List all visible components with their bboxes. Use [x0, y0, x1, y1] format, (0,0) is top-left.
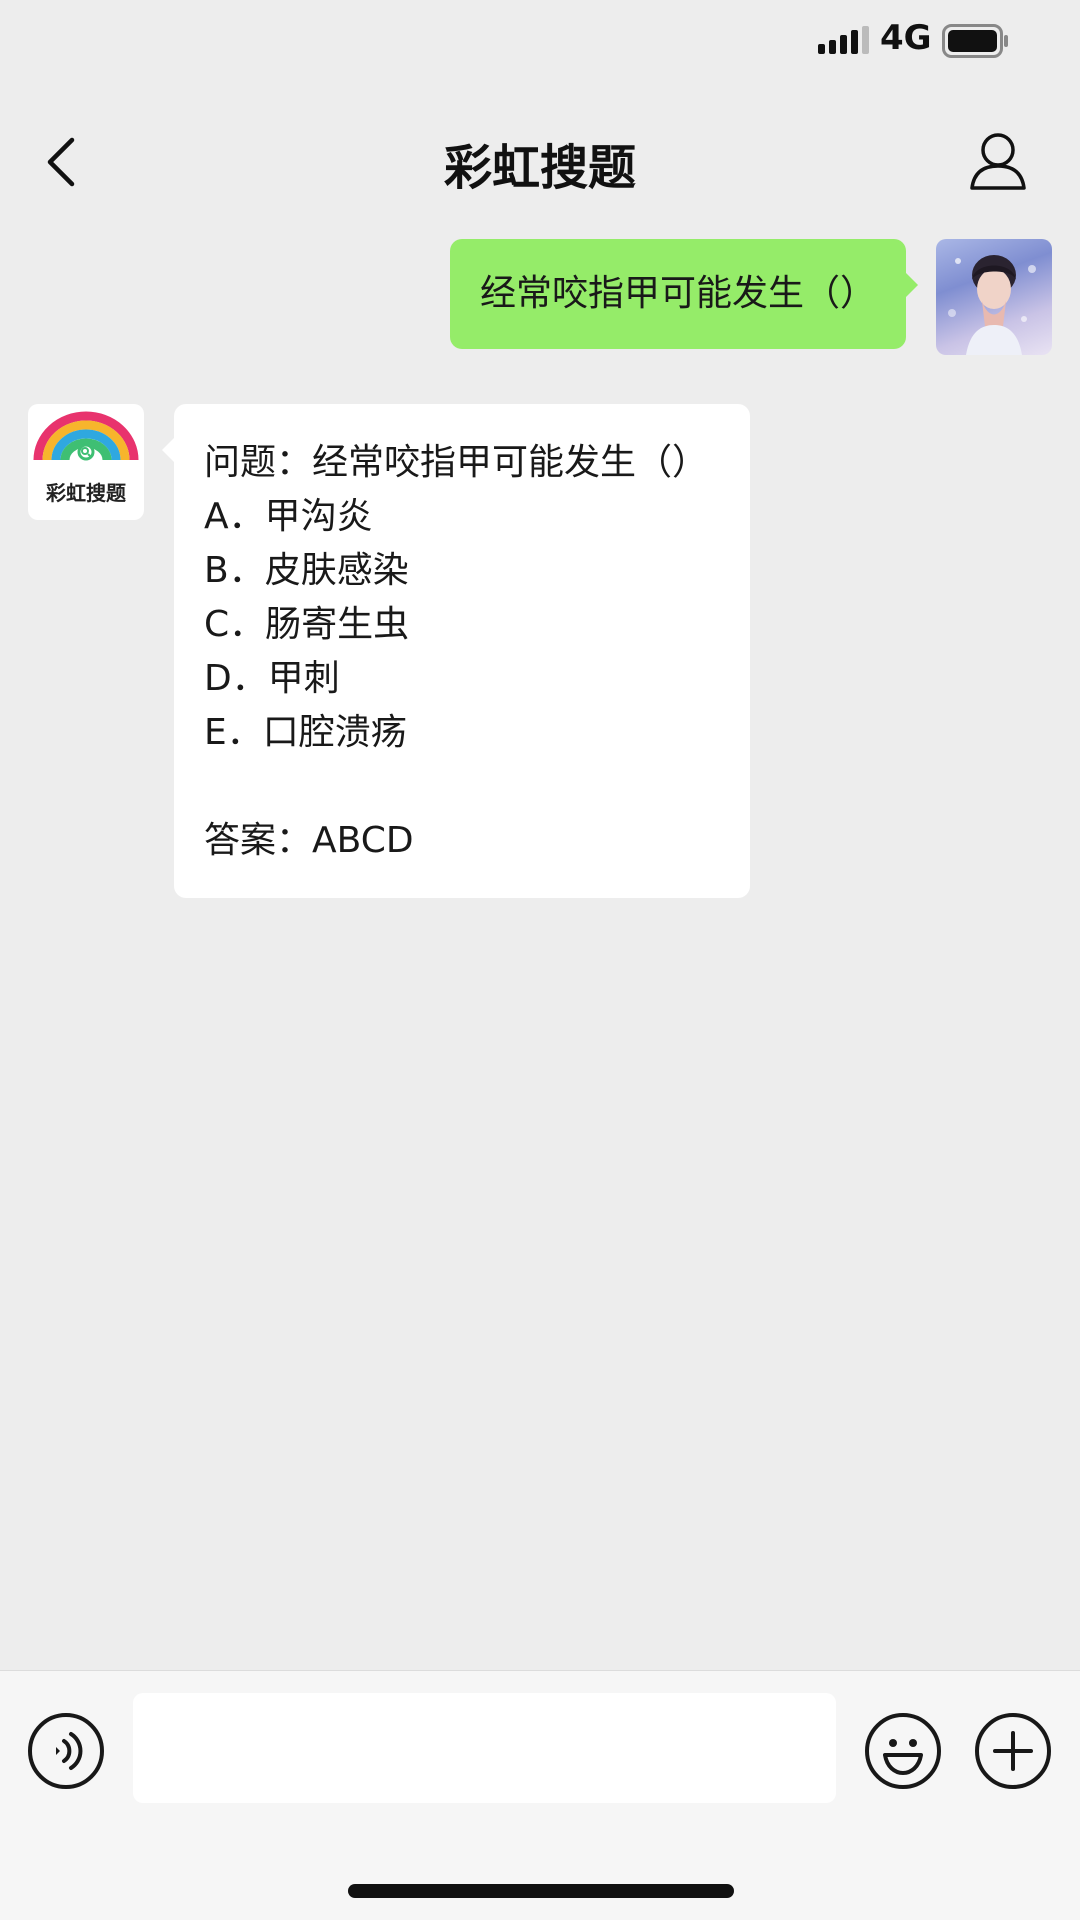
signal-icon: [818, 26, 869, 54]
outgoing-message: 经常咬指甲可能发生（）: [449, 239, 1052, 355]
option-a: A．甲沟炎: [204, 496, 373, 537]
bot-avatar[interactable]: 彩虹搜题: [28, 404, 144, 520]
network-label: 4G: [880, 18, 932, 58]
status-bar: 4G: [0, 0, 1080, 84]
plus-icon: [993, 1731, 1033, 1771]
battery-icon: [942, 24, 1008, 58]
page-title: 彩虹搜题: [443, 140, 636, 196]
person-icon[interactable]: [968, 130, 1028, 192]
incoming-message: 彩虹搜题 问题：经常咬指甲可能发生（） A．甲沟炎 B．皮肤感染 C．肠寄生虫 …: [28, 404, 750, 898]
bot-avatar-label: 彩虹搜题: [46, 481, 126, 505]
outgoing-text: 经常咬指甲可能发生（）: [479, 273, 876, 314]
incoming-bubble[interactable]: 问题：经常咬指甲可能发生（） A．甲沟炎 B．皮肤感染 C．肠寄生虫 D．甲刺 …: [162, 404, 750, 898]
option-c: C．肠寄生虫: [204, 604, 410, 645]
input-bar: [0, 1670, 1080, 1920]
nav-bar: 彩虹搜题: [0, 110, 1080, 210]
option-e: E．口腔溃疡: [204, 712, 407, 753]
question-text: 问题：经常咬指甲可能发生（）: [204, 442, 709, 483]
emoji-icon: [883, 1739, 923, 1775]
plus-button[interactable]: [975, 1713, 1051, 1789]
voice-button[interactable]: [28, 1713, 104, 1789]
option-b: B．皮肤感染: [204, 550, 409, 591]
user-avatar-image: [948, 255, 1036, 355]
chat-area: 经常咬指甲可能发生（） 彩虹搜题 问题：经常咬指甲可能发生（） A．甲沟炎 B．…: [0, 230, 1080, 1670]
message-input[interactable]: [133, 1693, 836, 1803]
outgoing-bubble[interactable]: 经常咬指甲可能发生（）: [449, 239, 919, 349]
home-indicator[interactable]: [348, 1884, 734, 1898]
answer-text: 答案：ABCD: [204, 820, 414, 861]
user-avatar[interactable]: [936, 239, 1052, 355]
emoji-button[interactable]: [865, 1713, 941, 1789]
option-d: D．甲刺: [204, 658, 340, 699]
voice-icon: [56, 1732, 83, 1770]
